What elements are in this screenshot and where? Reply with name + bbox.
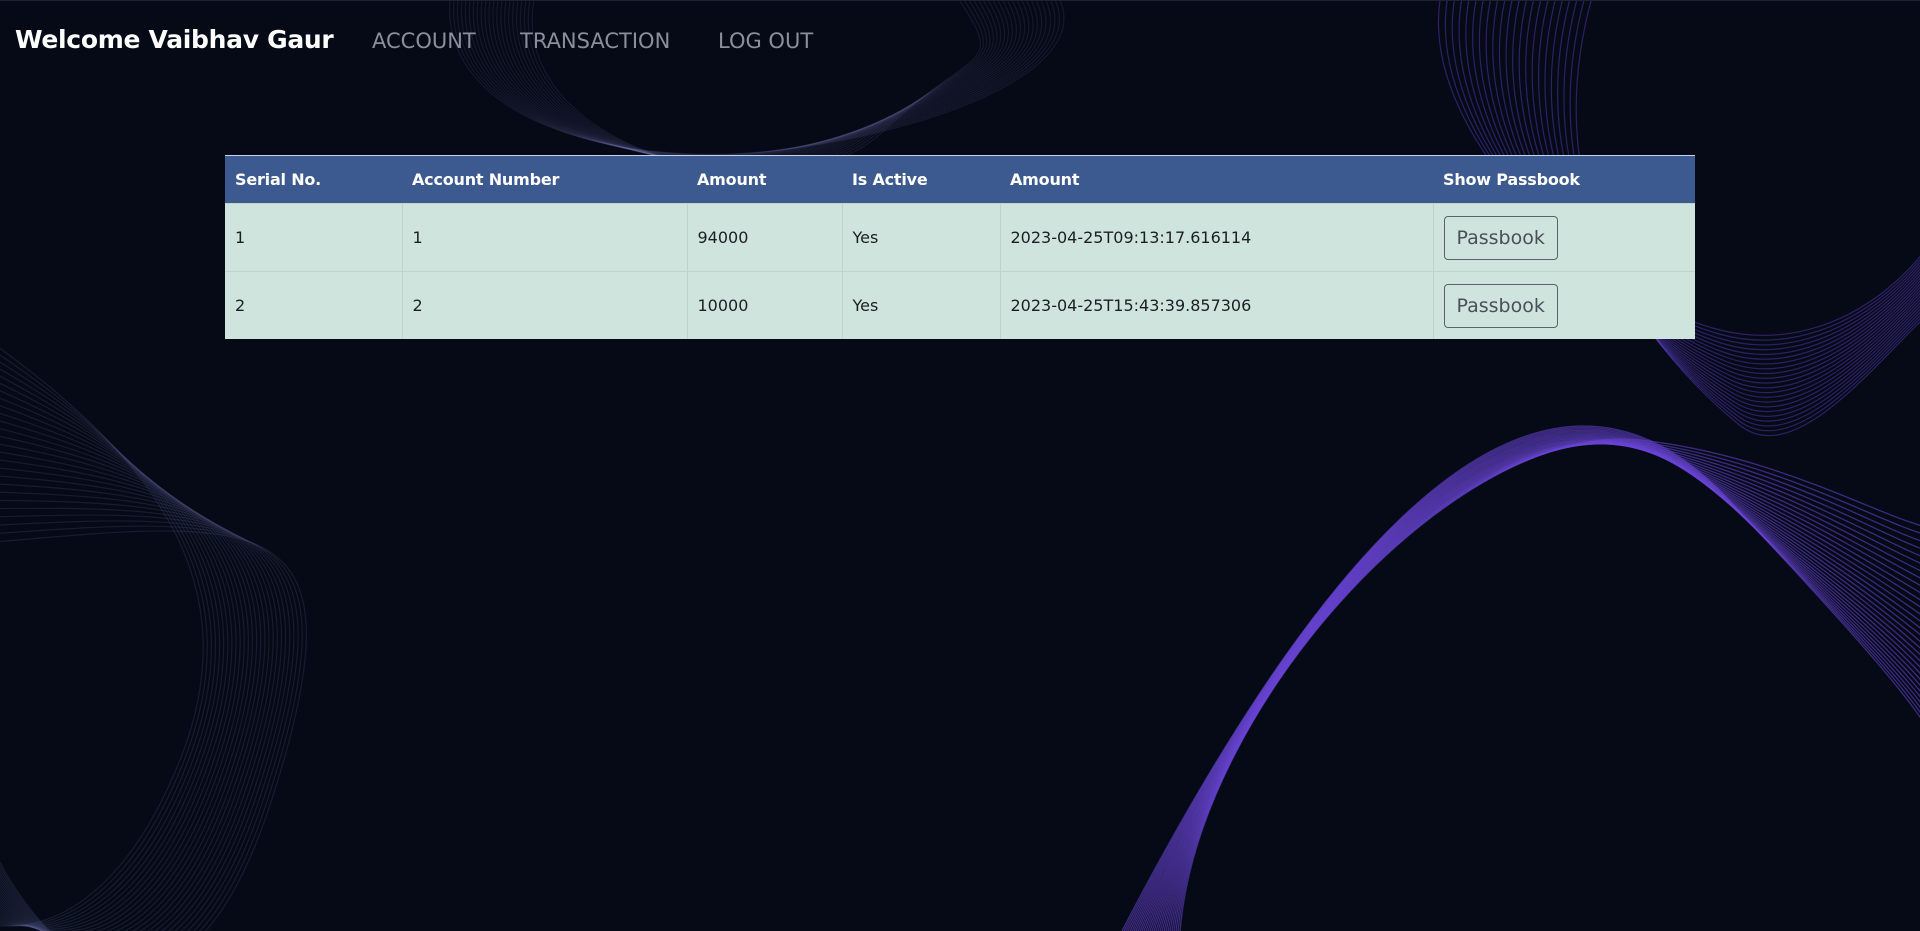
- background-line: [1121, 425, 1920, 931]
- cell-action: Passbook: [1433, 203, 1695, 272]
- background-line: [0, 361, 212, 927]
- nav-account-link[interactable]: ACCOUNT: [372, 29, 476, 53]
- accounts-table-container: Serial No. Account Number Amount Is Acti…: [225, 155, 1695, 339]
- background-line: [1165, 443, 1920, 931]
- table-header: Serial No. Account Number Amount Is Acti…: [225, 155, 1695, 204]
- cell-amount: 10000: [687, 271, 843, 339]
- cell-is-active: Yes: [842, 203, 1001, 272]
- background-line: [1173, 441, 1920, 931]
- background-line: [1169, 442, 1920, 931]
- cell-account-number: 1: [402, 203, 688, 272]
- cell-date: 2023-04-25T15:43:39.857306: [1000, 271, 1434, 339]
- background-line: [1135, 434, 1920, 931]
- accounts-table: Serial No. Account Number Amount Is Acti…: [225, 155, 1695, 339]
- nav-transaction-link[interactable]: TRANSACTION: [520, 29, 670, 53]
- header-date-amount: Amount: [1000, 155, 1433, 204]
- brand-welcome[interactable]: Welcome Vaibhav Gaur: [15, 25, 334, 54]
- background-line: [1123, 426, 1920, 931]
- background-line: [0, 382, 225, 929]
- cell-action: Passbook: [1433, 271, 1695, 339]
- background-line: [0, 368, 217, 927]
- background-line: [1141, 437, 1920, 931]
- table-row: 2 2 10000 Yes 2023-04-25T15:43:39.857306…: [225, 271, 1695, 339]
- cell-is-active: Yes: [842, 271, 1001, 339]
- background-line: [1129, 430, 1920, 931]
- background-line: [1147, 440, 1920, 931]
- cell-serial: 2: [225, 271, 403, 339]
- page: Welcome Vaibhav Gaur ACCOUNT TRANSACTION…: [0, 0, 1920, 931]
- background-line: [0, 375, 221, 928]
- header-amount: Amount: [687, 155, 842, 204]
- header-account-number: Account Number: [402, 155, 687, 204]
- background-line: [0, 412, 241, 931]
- background-line: [1145, 439, 1920, 931]
- cell-date: 2023-04-25T09:13:17.616114: [1000, 203, 1434, 272]
- passbook-button[interactable]: Passbook: [1443, 215, 1558, 260]
- cell-account-number: 2: [402, 271, 688, 339]
- background-wave-art: [0, 0, 1920, 931]
- background-line: [1125, 428, 1920, 931]
- cell-serial: 1: [225, 203, 403, 272]
- header-show-passbook: Show Passbook: [1433, 155, 1695, 204]
- navbar: Welcome Vaibhav Gaur ACCOUNT TRANSACTION…: [0, 0, 1920, 82]
- background-line: [1175, 440, 1920, 931]
- background-line: [1133, 433, 1920, 931]
- nav-logout-link[interactable]: LOG OUT: [718, 29, 813, 53]
- header-serial-no: Serial No.: [225, 155, 402, 204]
- passbook-button[interactable]: Passbook: [1443, 283, 1558, 328]
- background-line: [1143, 438, 1920, 931]
- background-line: [1131, 432, 1920, 931]
- background-line: [1179, 438, 1920, 931]
- background-line: [0, 420, 245, 931]
- background-line: [0, 491, 283, 931]
- table-row: 1 1 94000 Yes 2023-04-25T09:13:17.616114…: [225, 203, 1695, 272]
- background-line: [1171, 442, 1920, 931]
- background-line: [0, 390, 229, 930]
- cell-amount: 94000: [687, 203, 843, 272]
- background-line: [1167, 443, 1920, 931]
- header-is-active: Is Active: [842, 155, 1000, 204]
